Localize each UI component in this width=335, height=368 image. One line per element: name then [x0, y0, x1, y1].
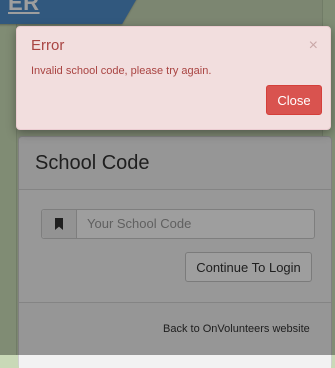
- close-button[interactable]: Close: [266, 85, 322, 115]
- modal-title: Error: [31, 37, 65, 54]
- error-message: Invalid school code, please try again.: [31, 65, 212, 77]
- close-icon[interactable]: ×: [309, 37, 318, 55]
- error-modal: Error × Invalid school code, please try …: [16, 26, 331, 130]
